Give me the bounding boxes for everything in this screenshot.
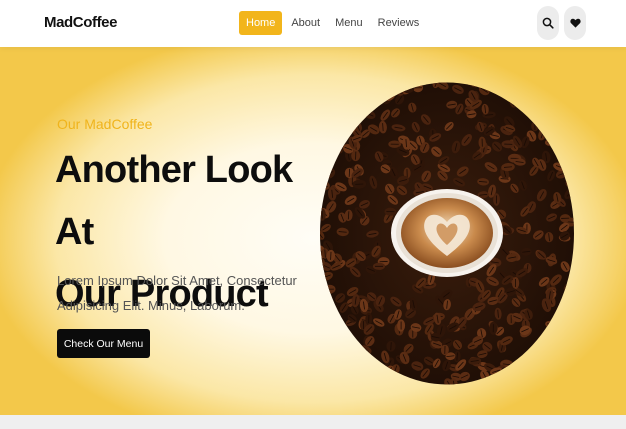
nav-reviews[interactable]: Reviews	[378, 11, 420, 35]
search-button[interactable]	[537, 6, 559, 40]
site-header: MadCoffee Home About Menu Reviews	[0, 0, 626, 47]
next-section-band	[0, 415, 626, 429]
main-nav: Home About Menu Reviews	[239, 11, 419, 35]
wishlist-button[interactable]	[564, 6, 586, 40]
nav-menu[interactable]: Menu	[335, 11, 363, 35]
nav-home[interactable]: Home	[239, 11, 283, 35]
check-menu-button[interactable]: Check Our Menu	[57, 329, 150, 358]
hero-description-line-1: Lorem Ipsum Dolor Sit Amet, Consectetur	[57, 273, 297, 288]
hero-title-line-1: Another Look At	[55, 149, 293, 253]
logo[interactable]: MadCoffee	[44, 13, 117, 33]
hero-section: Our MadCoffee Another Look At Our Produc…	[0, 47, 626, 415]
hero-description: Lorem Ipsum Dolor Sit Amet, Consectetur …	[57, 268, 307, 318]
coffee-beans-latte-image	[320, 82, 574, 385]
heart-icon	[569, 18, 581, 28]
search-icon	[542, 17, 554, 29]
hero-description-line-2: Adipisicing Elit. Minus, Laborum.	[57, 298, 245, 313]
nav-about[interactable]: About	[291, 11, 320, 35]
hero-eyebrow: Our MadCoffee	[57, 116, 153, 132]
